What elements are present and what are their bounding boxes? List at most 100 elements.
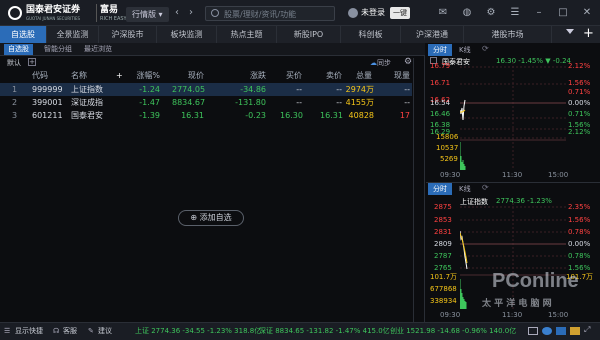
subtab-watchlist[interactable]: 自选股 bbox=[4, 44, 33, 55]
row-price: 8834.67 bbox=[172, 98, 206, 107]
col-price[interactable]: 现价 bbox=[178, 70, 204, 82]
brand-name: 国泰君安证券 bbox=[26, 5, 81, 15]
stock-intraday-chart[interactable] bbox=[460, 62, 566, 172]
tab-stock-connect[interactable]: 沪深港通 bbox=[401, 26, 464, 43]
col-cur-volume[interactable]: 现量 bbox=[384, 70, 410, 82]
tab-sector-monitor[interactable]: 板块监测 bbox=[157, 26, 217, 43]
tab-kline[interactable]: K线 bbox=[454, 44, 476, 56]
list-name[interactable]: 默认 bbox=[7, 58, 21, 68]
tab-intraday[interactable]: 分时 bbox=[428, 183, 452, 195]
add-watchlist-button[interactable]: ⊕ 添加自选 bbox=[178, 210, 244, 226]
row-chg-pct: -1.39 bbox=[139, 111, 160, 120]
time-label: 11:30 bbox=[502, 311, 523, 319]
axis-left-label: 2787 bbox=[434, 252, 452, 260]
col-change[interactable]: 涨跌 bbox=[240, 70, 266, 82]
one-key-trade-badge[interactable]: 一键 bbox=[390, 7, 410, 19]
customer-service-button[interactable]: 客服 bbox=[63, 325, 77, 337]
col-name-plus-icon[interactable]: + bbox=[116, 70, 123, 82]
watermark-logo: PConline bbox=[492, 270, 579, 292]
tab-hk-market[interactable]: 港股市场 bbox=[464, 26, 552, 43]
row-volume: 40828 bbox=[348, 111, 374, 120]
axis-left-label: 16.46 bbox=[430, 110, 451, 118]
quote-mode-dropdown[interactable]: 行情版 ▾ bbox=[126, 7, 169, 22]
settings-icon[interactable]: ⚙ bbox=[484, 6, 498, 20]
time-label: 09:30 bbox=[440, 311, 461, 319]
refresh-icon[interactable]: ⟳ bbox=[482, 183, 489, 192]
gear-icon[interactable]: ⚙ bbox=[404, 57, 412, 67]
suggestion-button[interactable]: 建议 bbox=[98, 325, 112, 337]
back-arrow-icon[interactable]: ‹ bbox=[170, 6, 184, 20]
cloud-icon: ☁ bbox=[370, 59, 377, 67]
tab-panorama[interactable]: 全景监测 bbox=[47, 26, 99, 43]
axis-right-label: 1.56% bbox=[568, 79, 591, 87]
row-bid: 16.30 bbox=[280, 111, 303, 120]
login-status[interactable]: 未登录 bbox=[361, 7, 385, 18]
alert-icon[interactable] bbox=[570, 327, 580, 335]
add-tab-icon[interactable]: + bbox=[583, 25, 594, 42]
brand-divider bbox=[96, 4, 97, 22]
headset-icon[interactable]: ☊ bbox=[53, 325, 59, 337]
row-change: -34.86 bbox=[240, 85, 266, 94]
subtab-recent[interactable]: 最近浏览 bbox=[80, 44, 116, 55]
battery-icon bbox=[528, 327, 538, 335]
tab-hs-market[interactable]: 沪深股市 bbox=[99, 26, 157, 43]
refresh-icon[interactable]: ⟳ bbox=[482, 44, 489, 53]
close-icon[interactable]: ✕ bbox=[580, 6, 594, 20]
tab-dropdown-icon[interactable] bbox=[566, 29, 574, 34]
forward-arrow-icon[interactable]: › bbox=[184, 6, 198, 20]
tab-ipo[interactable]: 新股IPO bbox=[277, 26, 341, 43]
col-name[interactable]: 名称 bbox=[71, 70, 87, 82]
axis-right-label: 2.12% bbox=[568, 62, 591, 70]
sh-index-ticker[interactable]: 上证 2774.36 -34.55 -1.23% 318.8亿 bbox=[135, 325, 261, 337]
watermark-sub: 太 平 洋 电 脑 网 bbox=[482, 299, 552, 309]
col-chg-pct[interactable]: 涨幅% bbox=[128, 70, 160, 82]
cy-index-ticker[interactable]: 创业 1521.98 -14.68 -0.96% 140.0亿 bbox=[390, 325, 516, 337]
row-index: 3 bbox=[12, 111, 18, 120]
col-volume[interactable]: 总量 bbox=[346, 70, 372, 82]
notification-icon[interactable] bbox=[556, 327, 566, 335]
user-avatar-icon[interactable] bbox=[348, 8, 358, 18]
subtab-smart-group[interactable]: 智能分组 bbox=[40, 44, 76, 55]
tab-star-market[interactable]: 科创板 bbox=[341, 26, 401, 43]
sz-index-ticker[interactable]: 深证 8834.65 -131.82 -1.47% 415.0亿 bbox=[259, 325, 390, 337]
menu-icon[interactable]: ☰ bbox=[508, 6, 522, 20]
row-code: 399001 bbox=[32, 98, 63, 107]
row-price: 2774.05 bbox=[172, 85, 206, 94]
row-code: 601211 bbox=[32, 111, 63, 120]
tab-hot-topics[interactable]: 热点主题 bbox=[217, 26, 277, 43]
sync-button[interactable]: ☁同步 bbox=[370, 58, 391, 68]
list-scrollbar[interactable] bbox=[413, 58, 423, 322]
expand-icon[interactable]: ⤢ bbox=[584, 325, 590, 335]
search-placeholder: 股票/理财/资讯/功能 bbox=[224, 10, 297, 19]
feedback-icon[interactable]: ✎ bbox=[88, 325, 94, 337]
axis-right-label: 0.71% bbox=[568, 110, 591, 118]
col-ask[interactable]: 卖价 bbox=[316, 70, 342, 82]
col-code[interactable]: 代码 bbox=[32, 70, 48, 82]
col-bid[interactable]: 买价 bbox=[276, 70, 302, 82]
minimize-icon[interactable]: – bbox=[532, 6, 546, 20]
menu-icon[interactable]: ☰ bbox=[4, 325, 10, 337]
row-bid: -- bbox=[296, 98, 302, 107]
row-cur-volume: -- bbox=[404, 85, 410, 94]
axis-right-label: 0.78% bbox=[568, 228, 591, 236]
row-bid: -- bbox=[296, 85, 302, 94]
sync-label: 同步 bbox=[377, 59, 391, 67]
search-input[interactable]: 股票/理财/资讯/功能 bbox=[205, 6, 335, 21]
skin-icon[interactable]: ◍ bbox=[460, 6, 474, 20]
maximize-icon[interactable]: □ bbox=[556, 6, 570, 20]
axis-left-label: 5269 bbox=[440, 155, 458, 163]
message-icon[interactable]: ✉ bbox=[436, 6, 450, 20]
row-chg-pct: -1.24 bbox=[139, 85, 160, 94]
axis-right-label: 0.71% bbox=[568, 88, 591, 96]
quick-show-button[interactable]: 显示快捷 bbox=[15, 325, 43, 337]
add-list-icon[interactable]: + bbox=[28, 58, 36, 66]
tab-intraday[interactable]: 分时 bbox=[428, 44, 452, 56]
tab-watchlist[interactable]: 自选股 bbox=[0, 26, 47, 43]
row-index: 1 bbox=[12, 85, 18, 94]
tab-kline[interactable]: K线 bbox=[454, 183, 476, 195]
axis-left-label: 2765 bbox=[434, 264, 452, 272]
time-label: 09:30 bbox=[440, 171, 461, 179]
row-volume: 2974万 bbox=[345, 85, 374, 94]
axis-left-label: 2809 bbox=[434, 240, 452, 248]
index-intraday-chart[interactable] bbox=[460, 203, 566, 311]
